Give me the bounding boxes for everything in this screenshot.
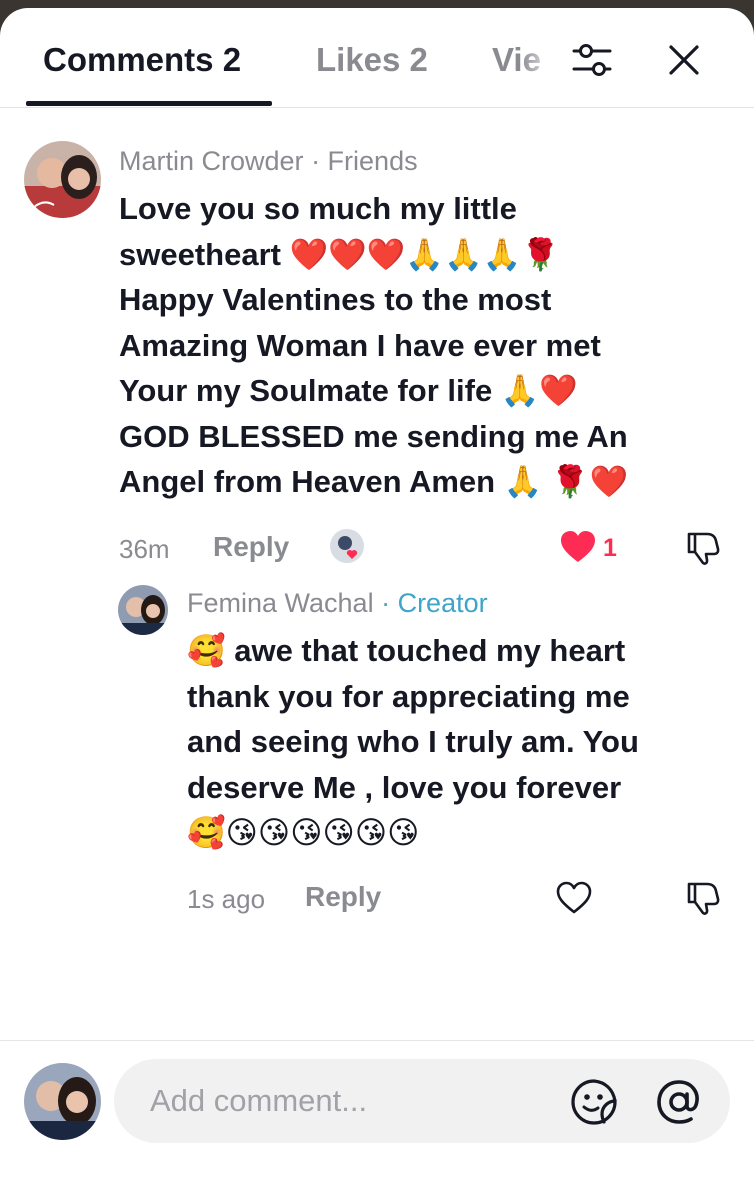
comment-text: Love you so much my little sweetheart ❤️… (119, 191, 629, 499)
heart-icon[interactable] (560, 530, 596, 564)
creator-liked-avatar (330, 529, 364, 563)
creator-badge: · Creator (381, 588, 488, 618)
like-count: 1 (603, 534, 617, 562)
comments-header: Comments 2 Likes 2 Vie (0, 8, 754, 108)
author-name[interactable]: Femina Wachal (187, 588, 374, 618)
reply-text: 🥰 awe that touched my heart thank you fo… (187, 633, 639, 850)
my-avatar (24, 1063, 101, 1140)
mention-icon[interactable] (654, 1077, 704, 1127)
tab-likes[interactable]: Likes 2 (316, 41, 428, 79)
avatar[interactable] (24, 141, 101, 218)
reply-author[interactable]: Femina Wachal · Creator (187, 588, 488, 619)
avatar[interactable] (118, 585, 168, 635)
emoji-icon[interactable] (569, 1077, 619, 1127)
tab-comments[interactable]: Comments 2 (43, 41, 241, 79)
comments-sheet: Comments 2 Likes 2 Vie Martin Crowder · … (0, 8, 754, 1200)
dislike-icon[interactable] (684, 530, 722, 566)
author-name[interactable]: Martin Crowder (119, 146, 304, 176)
comment-composer: Add comment... (0, 1040, 754, 1200)
comment-input-placeholder: Add comment... (150, 1083, 368, 1118)
comment-input[interactable]: Add comment... (114, 1059, 730, 1143)
reply-timestamp: 1s ago (187, 884, 266, 914)
heart-outline-icon[interactable] (556, 881, 592, 915)
comment-author[interactable]: Martin Crowder · Friends (119, 146, 418, 177)
author-relation: · Friends (311, 146, 418, 176)
filter-icon[interactable] (570, 38, 614, 82)
active-tab-indicator (26, 101, 272, 106)
reply-button[interactable]: Reply (305, 881, 381, 913)
comment-timestamp: 36m (119, 534, 170, 564)
dislike-icon[interactable] (684, 880, 722, 916)
close-icon[interactable] (662, 38, 706, 82)
tab-overflow-fade (520, 28, 560, 98)
reply-button[interactable]: Reply (213, 531, 289, 563)
